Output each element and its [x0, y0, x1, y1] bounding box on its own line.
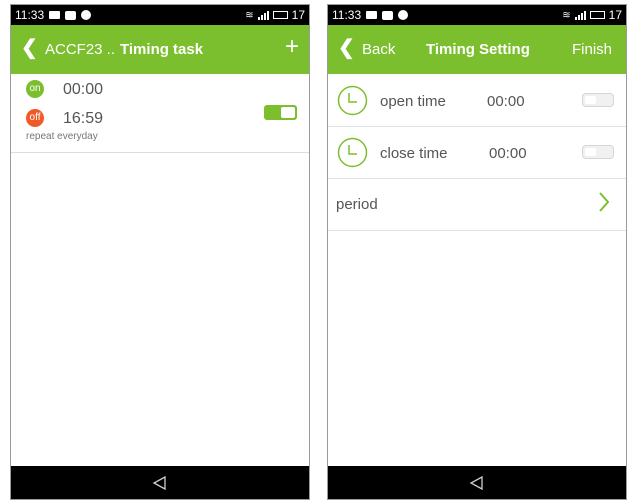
add-icon[interactable]: +: [285, 33, 299, 61]
period-label: period: [336, 196, 378, 213]
battery-level: 17: [291, 8, 305, 22]
off-time: 16:59: [63, 110, 104, 127]
device-name[interactable]: ACCF23 ..: [45, 41, 115, 58]
battery-icon: [589, 11, 605, 19]
close-time-label: close time: [380, 145, 448, 162]
repeat-label: repeat everyday: [26, 131, 98, 142]
wifi-icon: ≋: [245, 9, 254, 21]
clock-icon: [337, 137, 368, 168]
open-time-toggle[interactable]: [582, 93, 614, 107]
timing-task-screen: 11:33 ≋ 17 ❮ ACCF23 .. Timing task + on …: [10, 4, 310, 500]
message-icon: [65, 10, 77, 20]
period-row[interactable]: period: [328, 178, 626, 231]
open-time-label: open time: [380, 93, 446, 110]
timing-task-item[interactable]: on 00:00 off 16:59 repeat everyday: [11, 74, 309, 153]
check-icon: [81, 10, 92, 20]
gallery-icon: [49, 11, 61, 19]
app-bar: ❮ ACCF23 .. Timing task +: [11, 25, 309, 74]
on-time: 00:00: [63, 81, 104, 98]
battery-level: 17: [608, 8, 622, 22]
close-time-value[interactable]: 00:00: [489, 145, 527, 162]
status-time: 11:33: [15, 8, 45, 22]
back-button[interactable]: Back: [362, 41, 395, 58]
close-time-row[interactable]: close time 00:00: [328, 126, 626, 179]
off-badge: off: [26, 109, 44, 127]
chevron-right-icon[interactable]: [598, 191, 610, 213]
open-time-value[interactable]: 00:00: [487, 93, 525, 110]
nav-back-icon[interactable]: [152, 475, 168, 491]
signal-icon: [257, 10, 269, 20]
navigation-bar: [328, 466, 626, 499]
status-bar: 11:33 ≋ 17: [328, 5, 626, 25]
message-icon: [382, 10, 394, 20]
open-time-row[interactable]: open time 00:00: [328, 74, 626, 127]
app-bar: ❮ Back Timing Setting Finish: [328, 25, 626, 74]
navigation-bar: [11, 466, 309, 499]
on-badge: on: [26, 80, 44, 98]
page-title: Timing Setting: [426, 41, 530, 58]
status-time: 11:33: [332, 8, 362, 22]
nav-back-icon[interactable]: [469, 475, 485, 491]
status-bar: 11:33 ≋ 17: [11, 5, 309, 25]
gallery-icon: [366, 11, 378, 19]
timing-setting-screen: 11:33 ≋ 17 ❮ Back Timing Setting Finish …: [327, 4, 627, 500]
finish-button[interactable]: Finish: [572, 41, 612, 58]
clock-icon: [337, 85, 368, 116]
wifi-icon: ≋: [562, 9, 571, 21]
close-time-toggle[interactable]: [582, 145, 614, 159]
signal-icon: [574, 10, 586, 20]
task-enable-toggle[interactable]: [264, 105, 297, 120]
page-title: Timing task: [120, 41, 204, 58]
check-icon: [398, 10, 409, 20]
battery-icon: [272, 11, 288, 19]
back-chevron-icon[interactable]: ❮: [338, 38, 355, 58]
back-chevron-icon[interactable]: ❮: [21, 38, 38, 58]
